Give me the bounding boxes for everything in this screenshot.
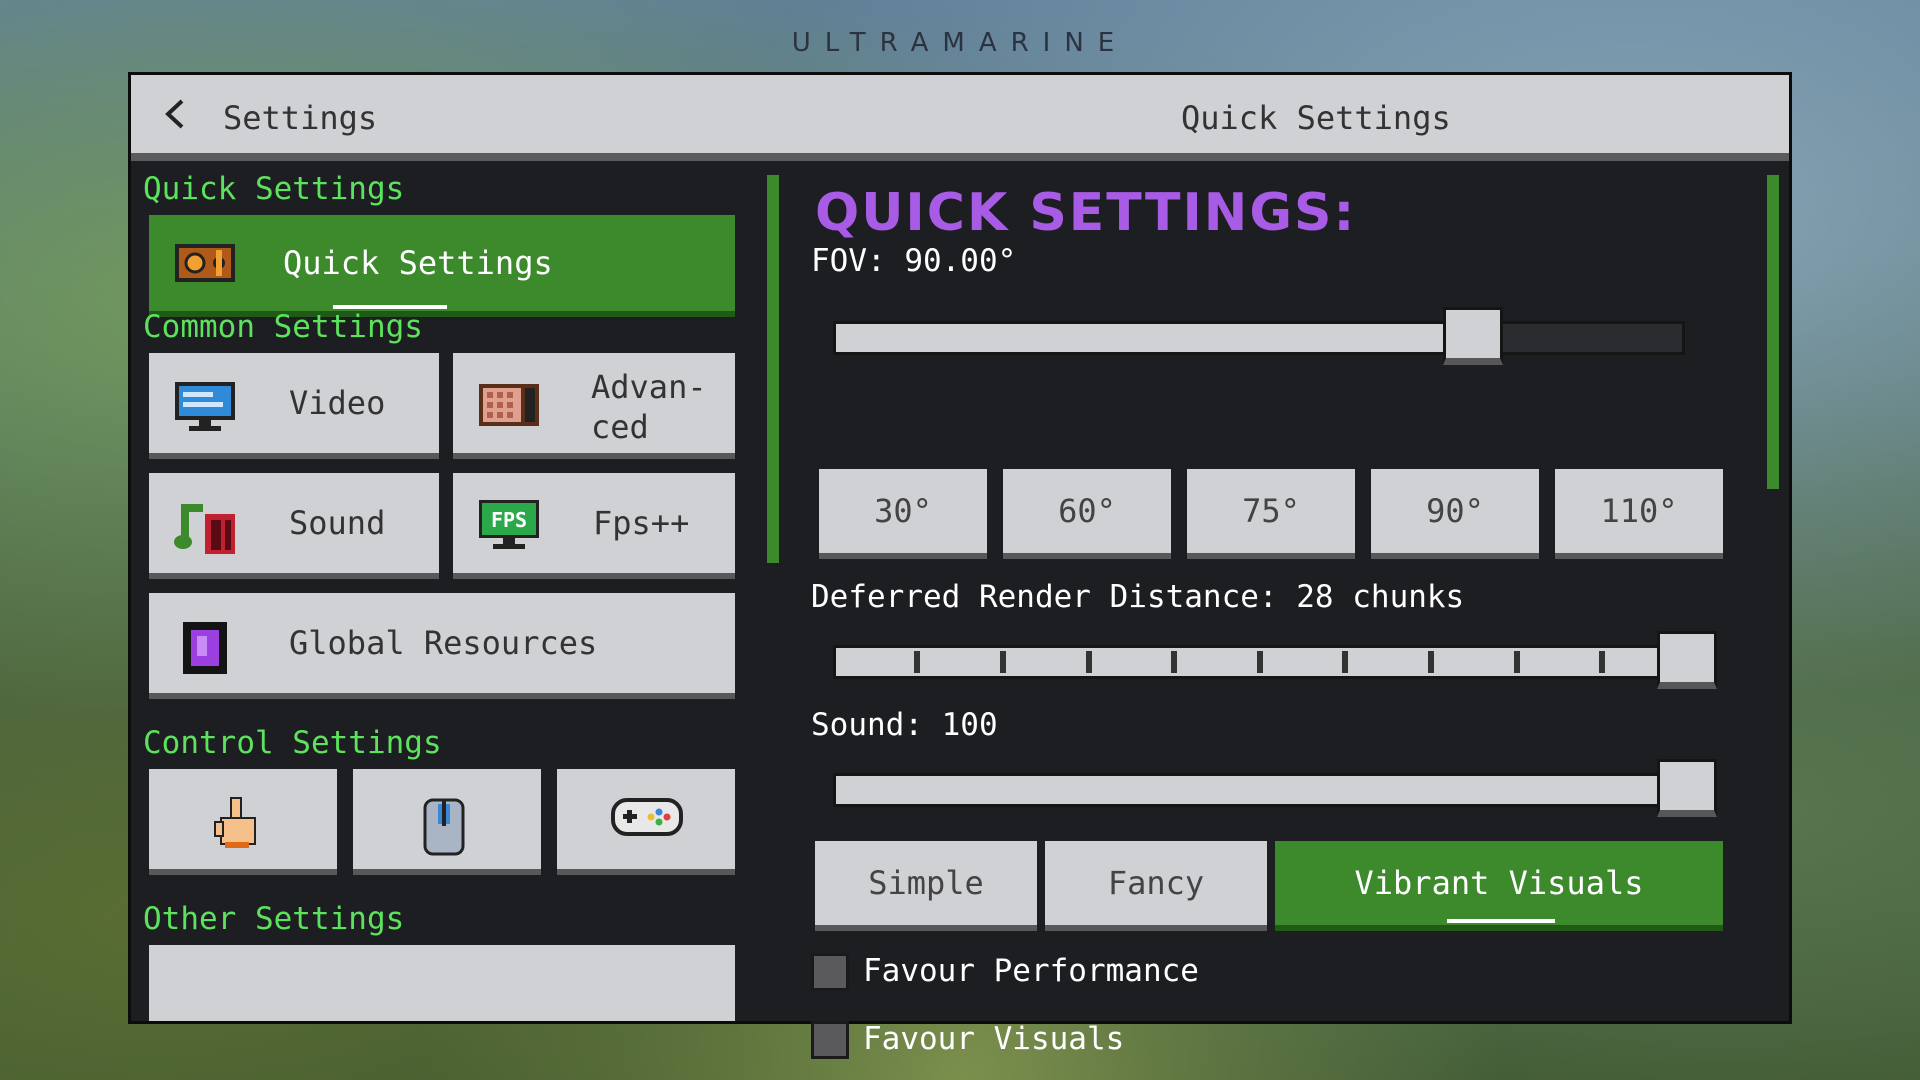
music-notes-icon: [173, 498, 235, 554]
slider-tick: [914, 651, 920, 673]
sound-slider[interactable]: [833, 773, 1685, 807]
graphics-fancy-button[interactable]: Fancy: [1045, 841, 1267, 931]
slider-tick: [1599, 651, 1605, 673]
render-distance-knob[interactable]: [1657, 631, 1717, 689]
slider-tick: [1514, 651, 1520, 673]
sidebar-item-other[interactable]: [149, 945, 735, 1021]
touch-controls-button[interactable]: [149, 769, 337, 875]
mouse-controls-button[interactable]: [353, 769, 541, 875]
chevron-left-icon: [165, 99, 184, 129]
portal-icon: [173, 618, 233, 674]
slider-tick: [1171, 651, 1177, 673]
sidebar-item-video[interactable]: Video: [149, 353, 439, 459]
sidebar-item-advanced[interactable]: Advan- ced: [453, 353, 735, 459]
advanced-label-line1: Advan-: [591, 368, 707, 406]
sidebar-item-fps[interactable]: FPS Fps++: [453, 473, 735, 579]
sidebar-item-label: Video: [289, 384, 386, 422]
settings-window: Settings Quick Settings Quick Settings Q…: [128, 72, 1792, 1059]
svg-text:FPS: FPS: [491, 508, 527, 532]
section-other-settings: Other Settings: [143, 901, 405, 937]
slider-tick: [1000, 651, 1006, 673]
sidebar-item-label: Global Resources: [289, 624, 598, 662]
brand-title: ULTRAMARINE: [791, 28, 1129, 58]
favour-visuals-label: Favour Visuals: [863, 1021, 1125, 1057]
monitor-icon: [173, 378, 235, 431]
sidebar-item-quick-settings[interactable]: Quick Settings: [149, 215, 735, 317]
advanced-icon: [477, 378, 539, 428]
fps-monitor-icon: FPS: [477, 498, 539, 549]
sound-slider-knob[interactable]: [1657, 759, 1717, 817]
fov-preset-110[interactable]: 110°: [1555, 469, 1723, 559]
favour-performance-checkbox[interactable]: [811, 953, 849, 991]
left-scrollbar[interactable]: [767, 175, 779, 563]
back-button[interactable]: [155, 93, 195, 135]
section-common-settings: Common Settings: [143, 309, 423, 345]
page-title: Quick Settings: [1181, 99, 1451, 137]
slider-tick: [1086, 651, 1092, 673]
render-distance-slider[interactable]: [833, 645, 1685, 679]
sidebar-item-sound[interactable]: Sound: [149, 473, 439, 579]
fov-slider-knob[interactable]: [1443, 307, 1503, 365]
section-quick-settings: Quick Settings: [143, 171, 405, 207]
sidebar: Quick Settings Quick Settings Common Set…: [131, 161, 751, 1021]
sidebar-item-label: Quick Settings: [283, 244, 553, 282]
gamepad-controls-button[interactable]: [557, 769, 735, 875]
vibrant-visuals-label: Vibrant Visuals: [1354, 864, 1644, 902]
back-label[interactable]: Settings: [223, 99, 377, 137]
slider-tick: [1257, 651, 1263, 673]
fov-preset-60[interactable]: 60°: [1003, 469, 1171, 559]
sidebar-item-label: Sound: [289, 504, 386, 542]
top-bar: Settings Quick Settings: [131, 75, 1789, 161]
graphics-vibrant-visuals-button[interactable]: Vibrant Visuals: [1275, 841, 1723, 931]
sound-label: Sound: 100: [811, 707, 998, 743]
fov-preset-30[interactable]: 30°: [819, 469, 987, 559]
fov-label: FOV: 90.00°: [811, 243, 1017, 279]
sidebar-item-label: Fps++: [593, 504, 690, 542]
sidebar-item-global-resources[interactable]: Global Resources: [149, 593, 735, 699]
panel-heading: QUICK SETTINGS:: [815, 183, 1357, 243]
slider-tick: [1342, 651, 1348, 673]
fov-slider[interactable]: [833, 321, 1685, 355]
sidebar-item-label-multiline: Advan- ced: [591, 367, 707, 447]
fov-preset-90[interactable]: 90°: [1371, 469, 1539, 559]
fov-slider-unfilled: [1502, 324, 1682, 352]
graphics-simple-button[interactable]: Simple: [815, 841, 1037, 931]
pointer-hand-icon: [213, 794, 273, 848]
gamepad-icon: [609, 794, 683, 844]
advanced-label-line2: ced: [591, 408, 649, 446]
right-scrollbar[interactable]: [1767, 175, 1779, 489]
render-distance-label: Deferred Render Distance: 28 chunks: [811, 579, 1465, 615]
section-control-settings: Control Settings: [143, 725, 442, 761]
mouse-icon: [419, 794, 479, 856]
fov-preset-75[interactable]: 75°: [1187, 469, 1355, 559]
quick-settings-panel: QUICK SETTINGS: FOV: 90.00° 30° 60° 75° …: [811, 161, 1751, 1059]
slider-tick: [1428, 651, 1434, 673]
selected-underline: [1447, 919, 1555, 923]
favour-performance-label: Favour Performance: [863, 953, 1199, 989]
favour-visuals-checkbox[interactable]: [811, 1021, 849, 1059]
quick-settings-icon: [173, 238, 235, 288]
